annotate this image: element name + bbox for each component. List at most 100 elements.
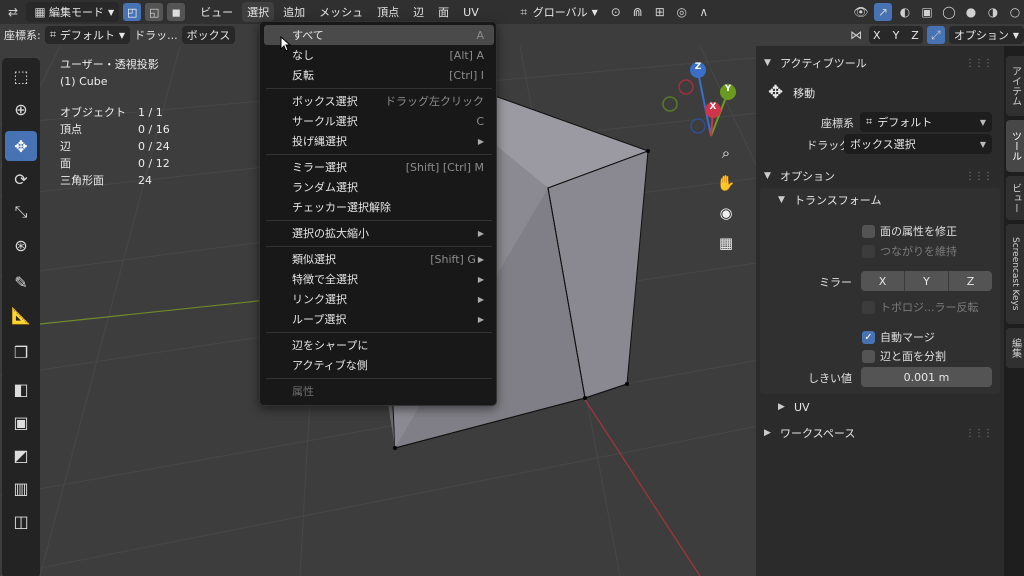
menu-add[interactable]: 追加 — [278, 2, 310, 22]
perspective-grid-icon[interactable]: ▦ — [713, 230, 739, 256]
menu-item-lasso-select[interactable]: 投げ縄選択 ▶ — [264, 131, 494, 151]
wireframe-shading-icon[interactable]: ◯ — [940, 3, 958, 21]
render-shading-icon[interactable]: ○ — [1006, 3, 1024, 21]
snap-target-icon[interactable]: ⊞ — [651, 3, 669, 21]
coord-label: 座標系 — [821, 117, 854, 130]
vertex-select-icon[interactable]: ◰ — [123, 3, 142, 21]
drag-handle-icon[interactable]: ⋮⋮⋮ — [965, 58, 993, 69]
hand-icon[interactable]: ✋ — [713, 170, 739, 196]
uv-header[interactable]: ▶ UV — [756, 396, 1004, 418]
checkbox-label: トポロジ...ラー反転 — [880, 301, 979, 314]
menu-item-select-loops[interactable]: ループ選択 ▶ — [264, 309, 494, 329]
knife-icon[interactable]: ◫ — [5, 506, 37, 536]
gizmo-z-label[interactable]: Z — [692, 62, 704, 76]
transform-icon[interactable]: ⊛ — [5, 230, 37, 260]
overlay-icon[interactable]: ◐ — [896, 3, 914, 21]
menu-uv[interactable]: UV — [458, 2, 484, 22]
menu-item-none[interactable]: なし [Alt] A — [264, 45, 494, 65]
tab-item[interactable]: アイテム — [1006, 56, 1024, 116]
mirror-y-button[interactable]: Y — [905, 271, 949, 291]
visibility-icon[interactable]: 👁 — [852, 3, 870, 21]
axis-z-button[interactable]: Z — [907, 29, 923, 42]
menu-face[interactable]: 面 — [433, 2, 454, 22]
shortcut-label: [Ctrl] I — [449, 68, 484, 82]
menu-item-circle-select[interactable]: サークル選択 C — [264, 111, 494, 131]
falloff-icon[interactable]: ∧ — [695, 3, 713, 21]
menu-item-select-sharp-edges[interactable]: 辺をシャープに — [264, 335, 494, 355]
annotate-icon[interactable]: ✎ — [5, 267, 37, 297]
tab-edit[interactable]: 編集 — [1006, 328, 1024, 368]
move-tool-icon[interactable]: ✥ — [5, 131, 37, 161]
rotate-icon[interactable]: ⟳ — [5, 164, 37, 194]
menu-item-box-select[interactable]: ボックス選択 ドラッグ左クリック — [264, 91, 494, 111]
threshold-field[interactable]: 0.001 m — [861, 367, 992, 387]
camera-icon[interactable]: ◉ — [713, 200, 739, 226]
loop-cut-icon[interactable]: ▥ — [5, 473, 37, 503]
submenu-arrow-icon: ▶ — [477, 136, 484, 146]
measure-icon[interactable]: 📐 — [5, 300, 37, 330]
xray-icon[interactable]: ▣ — [918, 3, 936, 21]
axis-x-button[interactable]: X — [869, 29, 885, 42]
butterfly-icon[interactable]: ⋈ — [847, 26, 865, 44]
material-shading-icon[interactable]: ◑ — [984, 3, 1002, 21]
coord-dropdown[interactable]: ⌗ デフォルト ▼ — [860, 112, 992, 132]
gizmo-toggle-icon[interactable]: ↗ — [874, 3, 892, 21]
menu-edge[interactable]: 辺 — [408, 2, 429, 22]
snap-icon[interactable]: ⋒ — [629, 3, 647, 21]
menu-vertex[interactable]: 頂点 — [372, 2, 404, 22]
edge-select-icon[interactable]: ◱ — [145, 3, 164, 21]
gizmo-y-label[interactable]: Y — [722, 84, 734, 98]
tab-view[interactable]: ビュー — [1006, 176, 1024, 220]
tab-screencast-keys[interactable]: Screencast Keys — [1006, 224, 1024, 324]
transform-header[interactable]: ▼ トランスフォーム — [756, 189, 1004, 211]
menu-item-select-more-less[interactable]: 選択の拡大縮小 ▶ — [264, 223, 494, 243]
menu-item-invert[interactable]: 反転 [Ctrl] I — [264, 65, 494, 85]
drag-dropdown[interactable]: ボックス選択 ▼ — [844, 134, 992, 154]
scale-icon[interactable]: ⤡ — [5, 197, 37, 227]
correct-face-attr-checkbox[interactable]: 面の属性を修正 — [862, 223, 957, 239]
solid-shading-icon[interactable]: ● — [962, 3, 980, 21]
menu-item-select-active-side[interactable]: アクティブな側 — [264, 355, 494, 375]
proportional-edit-icon[interactable]: ◎ — [673, 3, 691, 21]
drag-handle-icon[interactable]: ⋮⋮⋮ — [965, 171, 993, 182]
axis-y-button[interactable]: Y — [889, 29, 904, 42]
menu-select[interactable]: 選択 — [242, 2, 275, 22]
orientation-dropdown[interactable]: ⌗ グローバル ▼ — [510, 2, 603, 22]
menu-item-all[interactable]: すべて A — [264, 25, 494, 45]
drag-label: ドラッグ: — [806, 139, 854, 152]
menu-item-random-select[interactable]: ランダム選択 — [264, 177, 494, 197]
inset-icon[interactable]: ▣ — [5, 407, 37, 437]
tab-tool[interactable]: ツール — [1006, 120, 1024, 172]
menu-item-mirror-select[interactable]: ミラー選択 [Shift] [Ctrl] M — [264, 157, 494, 177]
menu-item-label: ランダム選択 — [292, 181, 358, 194]
select-box-icon[interactable]: ⬚ — [5, 61, 37, 91]
zoom-icon[interactable]: ⌕ — [713, 140, 739, 166]
auto-merge-icon[interactable]: ⤢ — [926, 26, 945, 44]
menu-view[interactable]: ビュー — [195, 2, 238, 22]
options-dropdown[interactable]: オプション ▼ — [948, 26, 1024, 44]
mode-dropdown[interactable]: ▦ 編集モード ▼ — [26, 2, 120, 22]
mirror-x-button[interactable]: X — [861, 271, 905, 291]
workspace-header[interactable]: ▶ ワークスペース ⋮⋮⋮ — [756, 422, 1004, 444]
menu-item-checker-deselect[interactable]: チェッカー選択解除 — [264, 197, 494, 217]
add-cube-icon[interactable]: ❒ — [5, 337, 37, 367]
mirror-z-button[interactable]: Z — [949, 271, 992, 291]
bevel-icon[interactable]: ◩ — [5, 440, 37, 470]
options-header[interactable]: ▼ オプション ⋮⋮⋮ — [756, 165, 1004, 187]
face-select-icon[interactable]: ◼ — [167, 3, 186, 21]
editor-type-icon[interactable]: ⇄ — [4, 3, 22, 21]
extrude-icon[interactable]: ◧ — [5, 374, 37, 404]
menu-item-select-linked[interactable]: リンク選択 ▶ — [264, 289, 494, 309]
active-tool-header[interactable]: ▼ アクティブツール ⋮⋮⋮ — [756, 52, 1004, 74]
pivot-icon[interactable]: ⊙ — [607, 3, 625, 21]
drag-dropdown[interactable]: ボックス — [181, 26, 236, 44]
coord-dropdown[interactable]: ⌗ デフォルト ▼ — [44, 26, 131, 44]
drag-handle-icon[interactable]: ⋮⋮⋮ — [965, 428, 993, 439]
auto-merge-checkbox[interactable]: ✓ 自動マージ — [862, 329, 935, 345]
cursor-icon[interactable]: ⊕ — [5, 94, 37, 124]
split-edges-checkbox[interactable]: 辺と面を分割 — [862, 348, 946, 364]
menu-item-select-similar[interactable]: 類似選択 [Shift] G ▶ — [264, 249, 494, 269]
menu-mesh[interactable]: メッシュ — [314, 2, 368, 22]
menu-item-select-all-by-trait[interactable]: 特徴で全選択 ▶ — [264, 269, 494, 289]
gizmo-x-label[interactable]: X — [707, 102, 719, 116]
